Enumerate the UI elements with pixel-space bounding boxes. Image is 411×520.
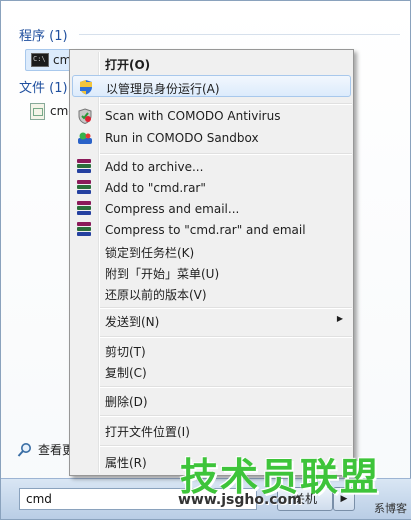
menu-item-label: 发送到(N)	[105, 315, 160, 329]
uac-shield-icon	[80, 80, 92, 95]
menu-separator	[100, 153, 352, 155]
cmd-file-icon	[30, 102, 45, 120]
menu-item-pin-to-taskbar[interactable]: 锁定到任务栏(K)	[72, 240, 351, 262]
context-menu: 打开(O) 以管理员身份运行(A) Scan with COMODO Antiv…	[69, 49, 354, 476]
menu-item-label: 删除(D)	[105, 395, 148, 409]
menu-item-open[interactable]: 打开(O)	[72, 52, 351, 74]
menu-item-compress-and-email[interactable]: Compress and email...	[72, 198, 351, 220]
menu-item-label: Scan with COMODO Antivirus	[105, 109, 281, 123]
files-group-header[interactable]: 文件 (1)	[19, 77, 68, 96]
magnifier-icon	[17, 442, 31, 457]
programs-group-header[interactable]: 程序 (1)	[19, 25, 68, 44]
menu-item-run-as-admin[interactable]: 以管理员身份运行(A)	[72, 75, 351, 97]
menu-item-send-to[interactable]: 发送到(N) ▶	[72, 309, 351, 331]
menu-separator	[100, 386, 352, 388]
chevron-right-icon: ▶	[336, 314, 343, 323]
see-more-results-link[interactable]: 查看更	[17, 441, 74, 458]
menu-separator	[100, 415, 352, 417]
menu-item-label: 复制(C)	[105, 366, 147, 380]
menu-item-add-to-archive[interactable]: Add to archive...	[72, 156, 351, 178]
menu-item-delete[interactable]: 删除(D)	[72, 389, 351, 411]
menu-item-label: 附到「开始」菜单(U)	[105, 267, 220, 281]
menu-item-label: 属性(R)	[105, 456, 147, 470]
menu-item-copy[interactable]: 复制(C)	[72, 360, 351, 382]
menu-item-cut[interactable]: 剪切(T)	[72, 339, 351, 361]
menu-item-label: Compress and email...	[105, 202, 240, 216]
cmd-program-icon: C:\	[31, 53, 49, 67]
winrar-icon	[77, 180, 91, 196]
menu-item-open-file-location[interactable]: 打开文件位置(I)	[72, 419, 351, 441]
menu-item-label: 锁定到任务栏(K)	[105, 246, 195, 260]
menu-item-compress-to-cmd-rar-email[interactable]: Compress to "cmd.rar" and email	[72, 219, 351, 241]
comodo-sandbox-icon	[78, 132, 92, 144]
menu-item-label: 以管理员身份运行(A)	[106, 82, 220, 96]
menu-item-label: 剪切(T)	[105, 345, 146, 359]
winrar-icon	[77, 159, 91, 175]
menu-item-label: 还原以前的版本(V)	[105, 288, 207, 302]
menu-item-label: Run in COMODO Sandbox	[105, 131, 259, 145]
menu-item-label: Compress to "cmd.rar" and email	[105, 223, 306, 237]
watermark-tail-text: 系博客	[374, 502, 407, 515]
menu-item-pin-to-start[interactable]: 附到「开始」菜单(U)	[72, 261, 351, 283]
winrar-icon	[77, 201, 91, 217]
winrar-icon	[77, 222, 91, 238]
menu-item-label: Add to "cmd.rar"	[105, 181, 206, 195]
comodo-scan-icon	[78, 108, 92, 124]
menu-item-label: 打开文件位置(I)	[105, 425, 190, 439]
menu-item-label: Add to archive...	[105, 160, 204, 174]
watermark-url: www.jsgho.com	[178, 492, 302, 508]
menu-separator	[100, 336, 352, 338]
programs-header-rule	[79, 34, 400, 35]
menu-item-comodo-scan[interactable]: Scan with COMODO Antivirus	[72, 105, 351, 127]
menu-item-add-to-cmd-rar[interactable]: Add to "cmd.rar"	[72, 177, 351, 199]
menu-item-label: 打开(O)	[105, 58, 151, 72]
menu-item-comodo-sandbox[interactable]: Run in COMODO Sandbox	[72, 127, 351, 149]
menu-item-restore-previous-versions[interactable]: 还原以前的版本(V)	[72, 282, 351, 304]
